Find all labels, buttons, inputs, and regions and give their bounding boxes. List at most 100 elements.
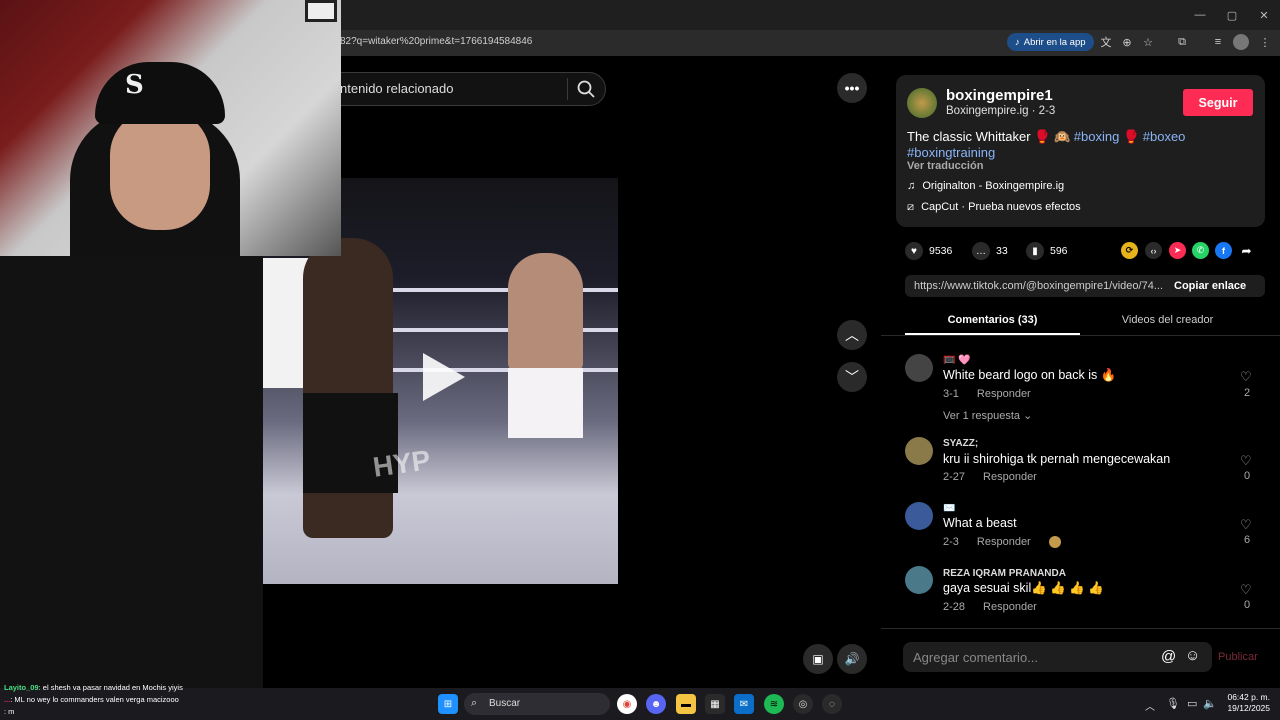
spotify-icon[interactable]: ≋: [764, 694, 784, 714]
taskbar-search[interactable]: [464, 693, 610, 715]
windows-taskbar: [0, 688, 1280, 720]
tiktok-icon: ♪: [1015, 36, 1020, 48]
copy-link-button[interactable]: Copiar enlace: [1174, 280, 1246, 292]
see-translation-link[interactable]: Ver traducción: [907, 160, 983, 172]
boxer-right: [508, 253, 583, 373]
network-icon[interactable]: ▭: [1187, 697, 1197, 710]
author-username[interactable]: boxingempire1: [946, 87, 1053, 104]
windows-start-icon[interactable]: ⊞: [438, 694, 458, 714]
hashtag-link[interactable]: #boxeo: [1143, 129, 1186, 144]
tab-creator-videos[interactable]: Videos del creador: [1080, 314, 1255, 326]
chrome-icon[interactable]: ◉: [617, 694, 637, 714]
comment-like-icon[interactable]: ♡: [1240, 453, 1252, 469]
play-icon[interactable]: [423, 353, 465, 401]
maximize-button[interactable]: ▢: [1216, 0, 1248, 30]
microphone-icon[interactable]: 🎙: [1166, 697, 1180, 710]
author-avatar[interactable]: [907, 88, 937, 118]
view-replies-link[interactable]: Ver 1 respuesta ⌄: [943, 409, 1032, 422]
profile-avatar[interactable]: [1233, 34, 1249, 50]
follow-button[interactable]: Seguir: [1183, 89, 1253, 116]
file-explorer-icon[interactable]: ▬: [676, 694, 696, 714]
next-video-button[interactable]: ﹀: [837, 362, 867, 392]
reply-button[interactable]: Responder: [977, 536, 1031, 548]
url-text[interactable]: 82?q=witaker%20prime&t=1766194584846: [340, 36, 532, 47]
chat-line: Layito_09: el shesh va pasar navidad en …: [4, 682, 183, 694]
repost-icon[interactable]: ⟳: [1121, 242, 1138, 259]
cap-logo: S: [125, 70, 144, 100]
previous-video-button[interactable]: ︿: [837, 320, 867, 350]
comment-like-count: 0: [1243, 470, 1251, 482]
share-arrow-icon[interactable]: ➦: [1238, 242, 1255, 259]
embed-code-icon[interactable]: ‹›: [1145, 242, 1162, 259]
commenter-avatar[interactable]: [905, 566, 933, 594]
streamer-cap: [95, 62, 225, 124]
comment-count: 33: [996, 245, 1008, 257]
speaker-icon[interactable]: 🔈: [1203, 697, 1217, 710]
chevron-up-icon[interactable]: ︿: [1145, 698, 1155, 713]
save-stat[interactable]: ▮ 596: [1026, 242, 1068, 260]
boxer-left: [303, 238, 393, 538]
hashtag-link[interactable]: #boxing: [1074, 129, 1120, 144]
zoom-icon[interactable]: ⊕: [1119, 34, 1135, 50]
minimize-button[interactable]: —: [1184, 0, 1216, 30]
mail-icon[interactable]: ✉: [734, 694, 754, 714]
comment-like-icon[interactable]: ♡: [1240, 517, 1252, 533]
reply-button[interactable]: Responder: [983, 601, 1037, 613]
miniplayer-button[interactable]: ▣: [803, 644, 833, 674]
author-subline: Boxingempire.ig · 2-3: [946, 105, 1056, 117]
volume-button[interactable]: 🔊: [837, 644, 867, 674]
bookmark-star-icon[interactable]: ☆: [1140, 34, 1156, 50]
emoji-icon[interactable]: ☺: [1185, 647, 1200, 664]
chevron-down-icon: ﹀: [845, 369, 859, 385]
publish-button[interactable]: Publicar: [1218, 651, 1258, 663]
search-icon[interactable]: [576, 79, 596, 99]
comment-date: 2-27: [943, 471, 966, 483]
wall-frame: [305, 0, 337, 22]
heart-icon: ♥: [905, 242, 923, 260]
discord-icon[interactable]: ☻: [646, 694, 666, 714]
comment-placeholder[interactable]: Agregar comentario...: [913, 650, 1038, 665]
whatsapp-icon[interactable]: ✆: [1192, 242, 1209, 259]
hashtag-link[interactable]: #boxingtraining: [907, 145, 995, 160]
view-replies-label: Ver 1 respuesta: [943, 410, 1021, 422]
like-stat[interactable]: ♥ 9536: [905, 242, 952, 260]
reply-button[interactable]: Responder: [977, 388, 1031, 400]
commenter-avatar[interactable]: [905, 354, 933, 382]
music-row[interactable]: ♫ Originalton - Boxingempire.ig: [907, 180, 1064, 192]
reading-list-icon[interactable]: ≡: [1210, 34, 1226, 50]
comment-date: 3-1: [943, 388, 959, 400]
commenter-avatar[interactable]: [905, 502, 933, 530]
close-button[interactable]: ✕: [1248, 0, 1280, 30]
commenter-avatar[interactable]: [905, 437, 933, 465]
reply-button[interactable]: Responder: [983, 471, 1037, 483]
menu-kebab-icon[interactable]: ⋮: [1257, 34, 1273, 50]
facebook-icon[interactable]: f: [1215, 242, 1232, 259]
translate-icon[interactable]: 文: [1098, 34, 1114, 50]
comment-stat[interactable]: … 33: [972, 242, 1008, 260]
system-clock[interactable]: 06:42 p. m. 19/12/2025: [1224, 692, 1270, 714]
mention-icon[interactable]: @: [1161, 648, 1176, 665]
window-controls: — ▢ ✕: [1184, 0, 1280, 30]
send-icon[interactable]: ➤: [1169, 242, 1186, 259]
video-link-text[interactable]: https://www.tiktok.com/@boxingempire1/vi…: [914, 280, 1163, 292]
webcam-overlay: S: [0, 0, 341, 256]
commenter-name[interactable]: REZA IQRAM PRANANDA: [943, 568, 1066, 579]
open-in-app-label: Abrir en la app: [1023, 36, 1086, 48]
open-in-app-button[interactable]: ♪ Abrir en la app: [1007, 33, 1094, 51]
tabs-divider: [881, 335, 1280, 336]
comment-like-count: 6: [1243, 534, 1251, 546]
commenter-name[interactable]: SYAZZ;: [943, 438, 978, 449]
obs-icon[interactable]: ◌: [822, 694, 842, 714]
search-text[interactable]: ntenido relacionado: [340, 81, 453, 96]
effect-row[interactable]: ⧄ CapCut · Prueba nuevos efectos: [907, 201, 1081, 214]
store-icon[interactable]: ▦: [705, 694, 725, 714]
more-options-button[interactable]: •••: [837, 73, 867, 103]
commenter-name[interactable]: ✉️: [943, 503, 955, 514]
extensions-icon[interactable]: ⧉: [1174, 34, 1190, 50]
comment-like-icon[interactable]: ♡: [1240, 582, 1252, 598]
ring-canvas-text: HYP: [371, 444, 433, 483]
app-icon[interactable]: ◎: [793, 694, 813, 714]
comment-like-icon[interactable]: ♡: [1240, 369, 1252, 385]
commenter-name[interactable]: 🥅 🩷: [943, 355, 971, 366]
tab-comments[interactable]: Comentarios (33): [905, 314, 1080, 326]
